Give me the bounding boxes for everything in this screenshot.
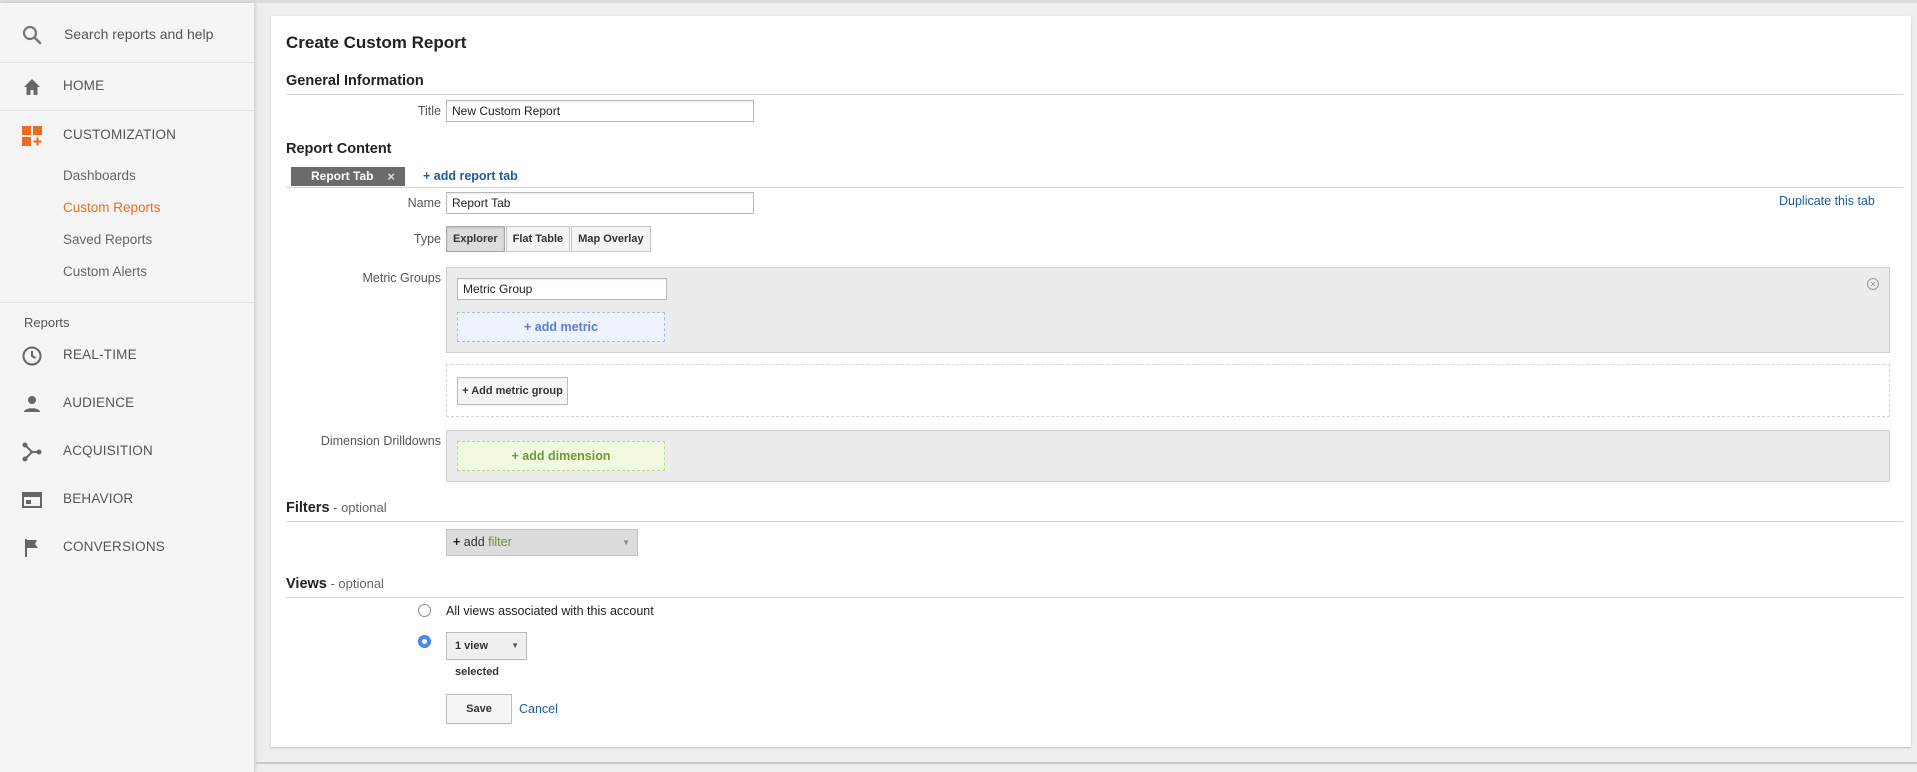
nav-real-time-label: REAL-TIME [63,347,137,362]
filters-optional: - optional [329,500,387,515]
nav-customization-label: CUSTOMIZATION [63,127,177,142]
add-dimension-button[interactable]: + add dimension [457,441,665,471]
nav-audience-label: AUDIENCE [63,395,135,410]
views-heading-text: Views [286,576,327,592]
search-bar[interactable]: Search reports and help [0,3,254,63]
divider [286,521,1903,522]
flag-icon [20,536,44,560]
acquisition-icon [20,440,44,464]
report-content-heading: Report Content [286,141,392,157]
dimension-drilldowns-label: Dimension Drilldowns [320,434,441,448]
add-metric-group-area: + Add metric group [446,364,1890,417]
nav-conversions-label: CONVERSIONS [63,539,165,554]
filters-heading-text: Filters [286,500,330,516]
type-map-overlay-button[interactable]: Map Overlay [571,226,651,252]
add-metric-group-button[interactable]: + Add metric group [457,377,568,405]
divider [0,62,254,63]
view-selector-label: 1 view selected [455,640,500,678]
views-optional: - optional [326,576,384,591]
type-selector: Explorer Flat Table Map Overlay [446,226,652,252]
top-border [0,0,1917,3]
close-tab-icon[interactable]: × [387,167,395,186]
divider [0,110,254,111]
general-info-heading: General Information [286,73,424,89]
reports-heading: Reports [24,315,70,330]
home-icon [20,75,44,99]
person-icon [20,392,44,416]
page-title: Create Custom Report [286,33,467,52]
metric-groups-label: Metric Groups [362,271,442,285]
nav-behavior-label: BEHAVIOR [63,491,134,506]
add-filter-dropdown[interactable]: + add filter ▼ [446,529,638,556]
nav-acquisition-label: ACQUISITION [63,443,153,458]
nav-real-time[interactable]: REAL-TIME [0,336,254,376]
report-tab-label: Report Tab [311,169,374,183]
report-tab[interactable]: Report Tab × [291,167,405,186]
all-views-radio[interactable] [418,604,431,617]
add-filter-add-word: add [460,535,489,549]
type-label: Type [413,232,441,246]
clock-icon [20,344,44,368]
remove-metric-group-icon[interactable]: × [1867,278,1879,290]
cancel-link[interactable]: Cancel [519,702,558,716]
dropdown-arrow-icon: ▼ [622,538,630,547]
sidebar-item-custom-alerts[interactable]: Custom Alerts [63,264,147,279]
save-button[interactable]: Save [446,694,512,724]
report-editor: Create Custom Report General Information… [271,16,1911,747]
customization-icon [20,124,44,148]
nav-behavior[interactable]: BEHAVIOR [0,480,254,520]
filters-heading: Filters - optional [286,500,387,516]
add-metric-button[interactable]: + add metric [457,312,665,342]
divider [286,94,1903,95]
view-selector-dropdown[interactable]: 1 view selected ▼ [446,632,527,678]
nav-home[interactable]: HOME [0,67,254,107]
bottom-border [256,762,1917,764]
sidebar-item-custom-reports[interactable]: Custom Reports [63,200,161,215]
behavior-icon [20,488,44,512]
sidebar: Search reports and help HOME CUSTOMIZATI… [0,3,255,772]
name-input[interactable] [446,192,754,214]
nav-home-label: HOME [63,78,105,93]
nav-customization[interactable]: CUSTOMIZATION [0,116,254,156]
nav-acquisition[interactable]: ACQUISITION [0,432,254,472]
views-heading: Views - optional [286,576,384,592]
search-icon [20,23,44,47]
sidebar-item-dashboards[interactable]: Dashboards [63,168,136,183]
sidebar-item-saved-reports[interactable]: Saved Reports [63,232,152,247]
title-label: Title [417,104,441,118]
divider [286,597,1903,598]
add-report-tab-link[interactable]: + add report tab [423,169,518,183]
title-input[interactable] [446,100,754,122]
divider [286,187,1903,188]
nav-conversions[interactable]: CONVERSIONS [0,528,254,568]
dimension-panel: + add dimension [446,430,1890,482]
all-views-label: All views associated with this account [446,604,654,618]
selected-views-radio[interactable] [418,635,431,648]
metric-group-panel: + add metric × [446,267,1890,353]
add-filter-filter-word: filter [488,535,512,549]
duplicate-tab-link[interactable]: Duplicate this tab [1779,194,1875,208]
divider [0,302,254,303]
search-input[interactable]: Search reports and help [64,23,213,45]
name-label: Name [407,196,441,210]
type-flat-table-button[interactable]: Flat Table [505,226,571,252]
nav-audience[interactable]: AUDIENCE [0,384,254,424]
metric-group-name-input[interactable] [457,278,667,300]
dropdown-arrow-icon: ▼ [511,641,519,650]
type-explorer-button[interactable]: Explorer [446,226,505,252]
